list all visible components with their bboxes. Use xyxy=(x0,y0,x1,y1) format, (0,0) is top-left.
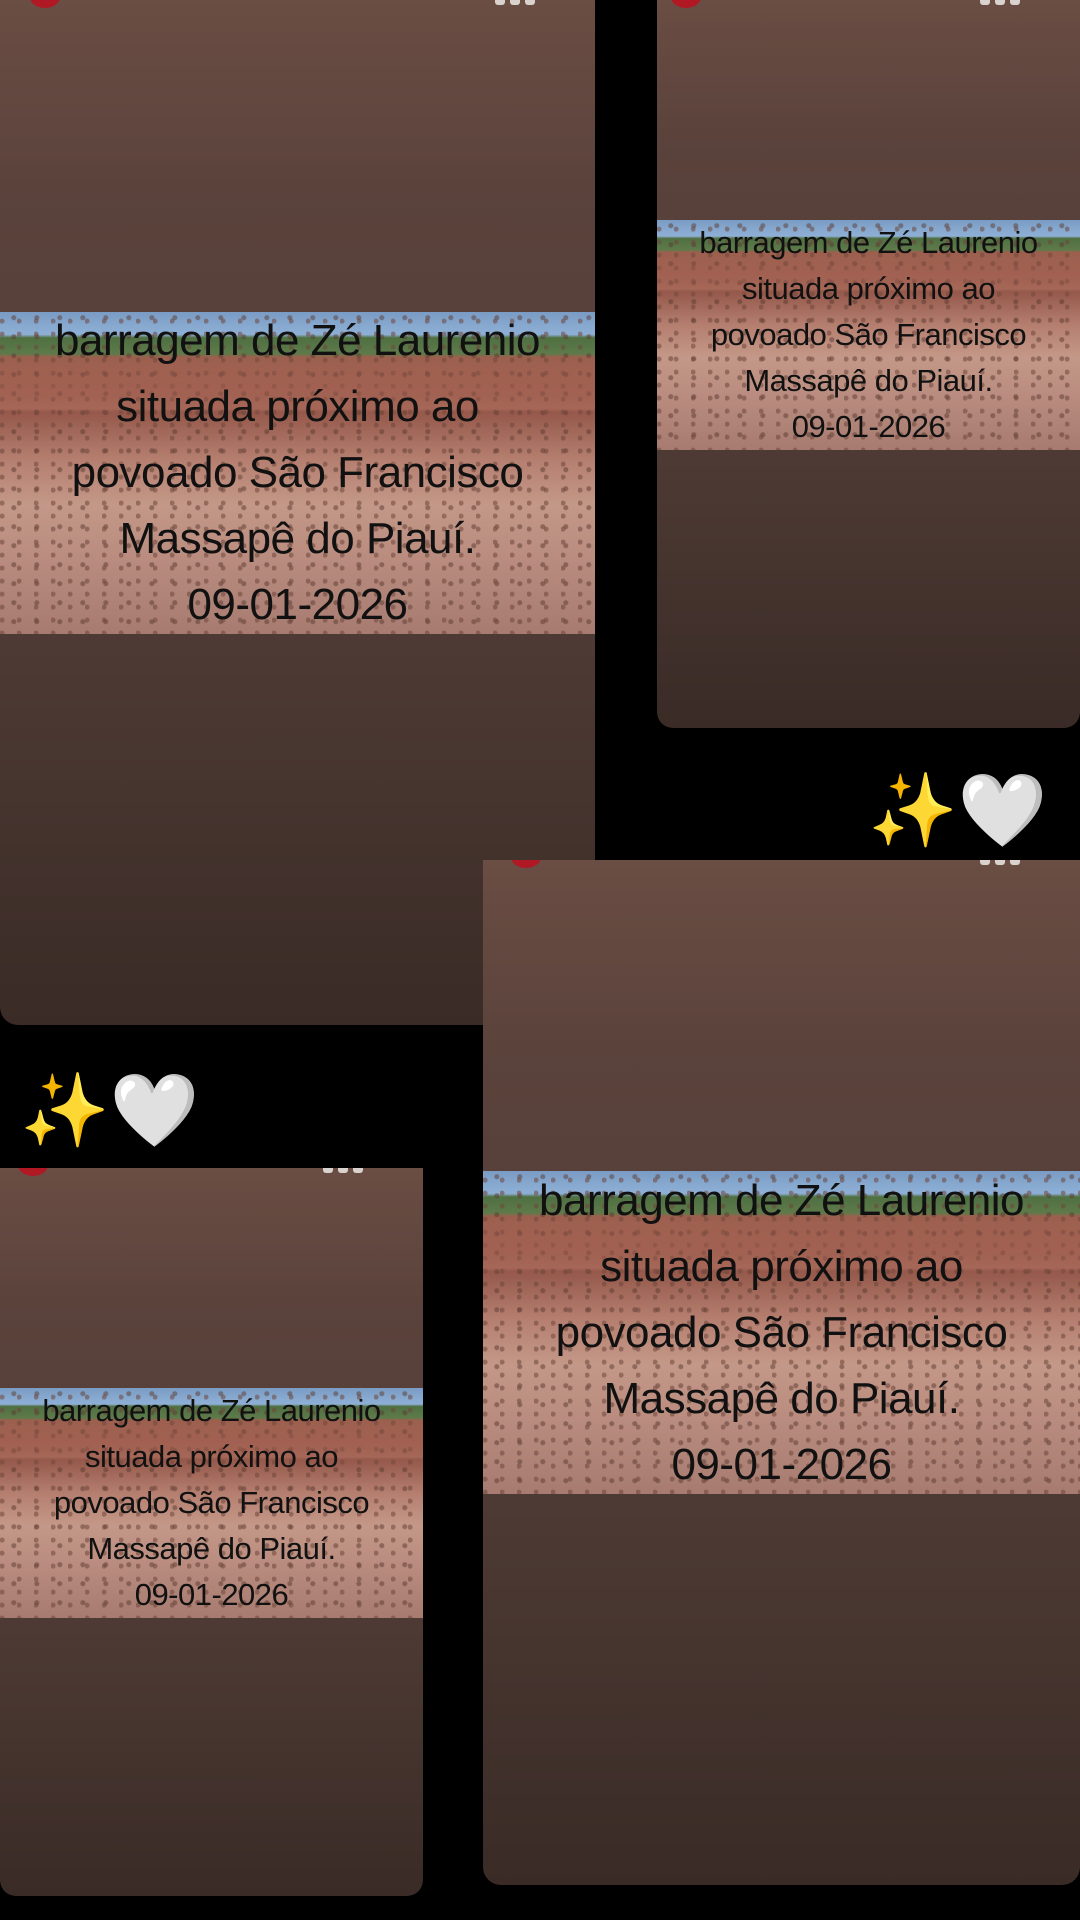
profile-avatar-icon[interactable] xyxy=(671,0,701,8)
profile-avatar-icon[interactable] xyxy=(511,860,541,868)
caption-line: Massapê do Piauí. xyxy=(87,1531,336,1566)
reaction-emoji: ✨🤍 xyxy=(868,770,1047,850)
caption-line: povoado São Francisco xyxy=(710,317,1027,352)
caption-line: barragem de Zé Laurenio xyxy=(538,1175,1025,1225)
status-icon xyxy=(323,1168,387,1176)
caption-date: 09-01-2026 xyxy=(134,1577,289,1612)
caption-date: 09-01-2026 xyxy=(187,580,408,629)
dam-photo: barragem de Zé Laurenio situada próximo … xyxy=(0,1388,423,1618)
caption-line: barragem de Zé Laurenio xyxy=(42,1393,381,1428)
caption-line: situada próximo ao xyxy=(116,382,479,431)
story-top-bar xyxy=(0,0,595,14)
sparkles-icon: ✨ xyxy=(20,1068,110,1152)
status-icon xyxy=(980,0,1044,8)
caption-line: povoado São Francisco xyxy=(555,1307,1008,1357)
caption-date: 09-01-2026 xyxy=(791,409,946,444)
caption-line: situada próximo ao xyxy=(85,1439,338,1474)
dam-photo: barragem de Zé Laurenio situada próximo … xyxy=(657,220,1080,450)
dam-photo: barragem de Zé Laurenio situada próximo … xyxy=(483,1171,1080,1494)
caption-line: barragem de Zé Laurenio xyxy=(54,316,541,365)
caption-line: Massapê do Piauí. xyxy=(603,1373,960,1423)
story-card[interactable]: barragem de Zé Laurenio situada próximo … xyxy=(483,860,1080,1885)
caption-line: situada próximo ao xyxy=(742,271,995,306)
caption-line: povoado São Francisco xyxy=(71,448,524,497)
status-icon xyxy=(495,0,559,8)
story-caption: barragem de Zé Laurenio situada próximo … xyxy=(483,1171,1080,1494)
white-heart-icon: 🤍 xyxy=(957,768,1048,852)
caption-line: situada próximo ao xyxy=(600,1241,963,1291)
story-top-bar xyxy=(0,1168,423,1182)
sparkles-icon: ✨ xyxy=(868,768,958,852)
dam-photo: barragem de Zé Laurenio situada próximo … xyxy=(0,312,595,634)
story-card[interactable]: barragem de Zé Laurenio situada próximo … xyxy=(0,1168,423,1896)
profile-avatar-icon[interactable] xyxy=(18,1168,48,1176)
reaction-emoji: ✨🤍 xyxy=(20,1070,199,1150)
caption-line: barragem de Zé Laurenio xyxy=(699,225,1038,260)
profile-avatar-icon[interactable] xyxy=(30,0,60,8)
story-caption: barragem de Zé Laurenio situada próximo … xyxy=(0,1388,423,1618)
story-top-bar xyxy=(657,0,1080,14)
story-card[interactable]: barragem de Zé Laurenio situada próximo … xyxy=(657,0,1080,728)
caption-line: Massapê do Piauí. xyxy=(744,363,993,398)
story-caption: barragem de Zé Laurenio situada próximo … xyxy=(0,312,595,634)
caption-line: povoado São Francisco xyxy=(53,1485,370,1520)
caption-date: 09-01-2026 xyxy=(671,1439,892,1489)
status-icon xyxy=(980,860,1044,868)
story-caption: barragem de Zé Laurenio situada próximo … xyxy=(657,220,1080,450)
caption-line: Massapê do Piauí. xyxy=(119,514,476,563)
white-heart-icon: 🤍 xyxy=(109,1068,200,1152)
story-top-bar xyxy=(483,860,1080,874)
